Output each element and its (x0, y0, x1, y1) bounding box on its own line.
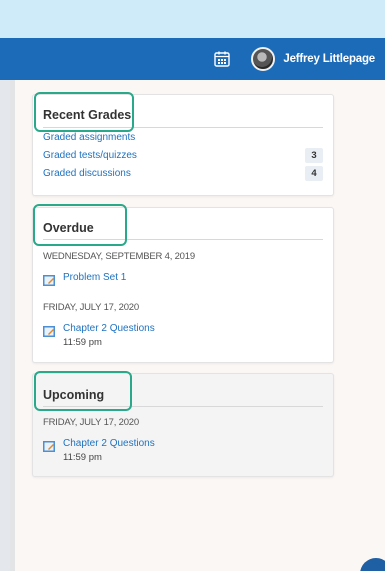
chapter-2-questions-link[interactable]: Chapter 2 Questions (63, 438, 155, 449)
assignment-icon (43, 439, 55, 452)
graded-discussions-link[interactable]: Graded discussions (43, 168, 131, 179)
due-time: 11:59 pm (63, 452, 102, 463)
assignment-icon (43, 273, 55, 286)
graded-tests-link[interactable]: Graded tests/quizzes (43, 150, 137, 161)
app-header: Jeffrey Littlepage (0, 38, 385, 80)
upcoming-item-chapter-2[interactable]: Chapter 2 Questions 11:59 pm (43, 438, 155, 463)
calendar-icon[interactable] (211, 48, 233, 70)
overdue-date-2: FRIDAY, JULY 17, 2020 (43, 302, 139, 313)
avatar[interactable] (251, 47, 276, 71)
chapter-2-questions-link[interactable]: Chapter 2 Questions (63, 323, 155, 334)
upcoming-date-1: FRIDAY, JULY 17, 2020 (43, 417, 139, 428)
graded-tests-row[interactable]: Graded tests/quizzes 3 (43, 147, 323, 163)
graded-tests-count: 3 (305, 147, 323, 163)
overdue-item-problem-set-1[interactable]: Problem Set 1 (43, 272, 126, 286)
recent-grades-highlight (34, 92, 134, 132)
graded-discussions-count: 4 (305, 165, 323, 181)
problem-set-1-link[interactable]: Problem Set 1 (63, 272, 126, 283)
left-scroll-shade (10, 80, 15, 571)
assignment-icon (43, 324, 55, 337)
overdue-date-1: WEDNESDAY, SEPTEMBER 4, 2019 (43, 251, 195, 262)
graded-discussions-row[interactable]: Graded discussions 4 (43, 165, 323, 181)
upcoming-highlight (34, 371, 132, 411)
due-time: 11:59 pm (63, 337, 102, 348)
top-strip (0, 0, 385, 38)
user-name[interactable]: Jeffrey Littlepage (283, 53, 375, 65)
main-content: Recent Grades Graded assignments Graded … (10, 80, 385, 571)
overdue-item-chapter-2[interactable]: Chapter 2 Questions 11:59 pm (43, 323, 155, 348)
overdue-highlight (33, 204, 127, 246)
graded-assignments-link[interactable]: Graded assignments (43, 132, 135, 143)
